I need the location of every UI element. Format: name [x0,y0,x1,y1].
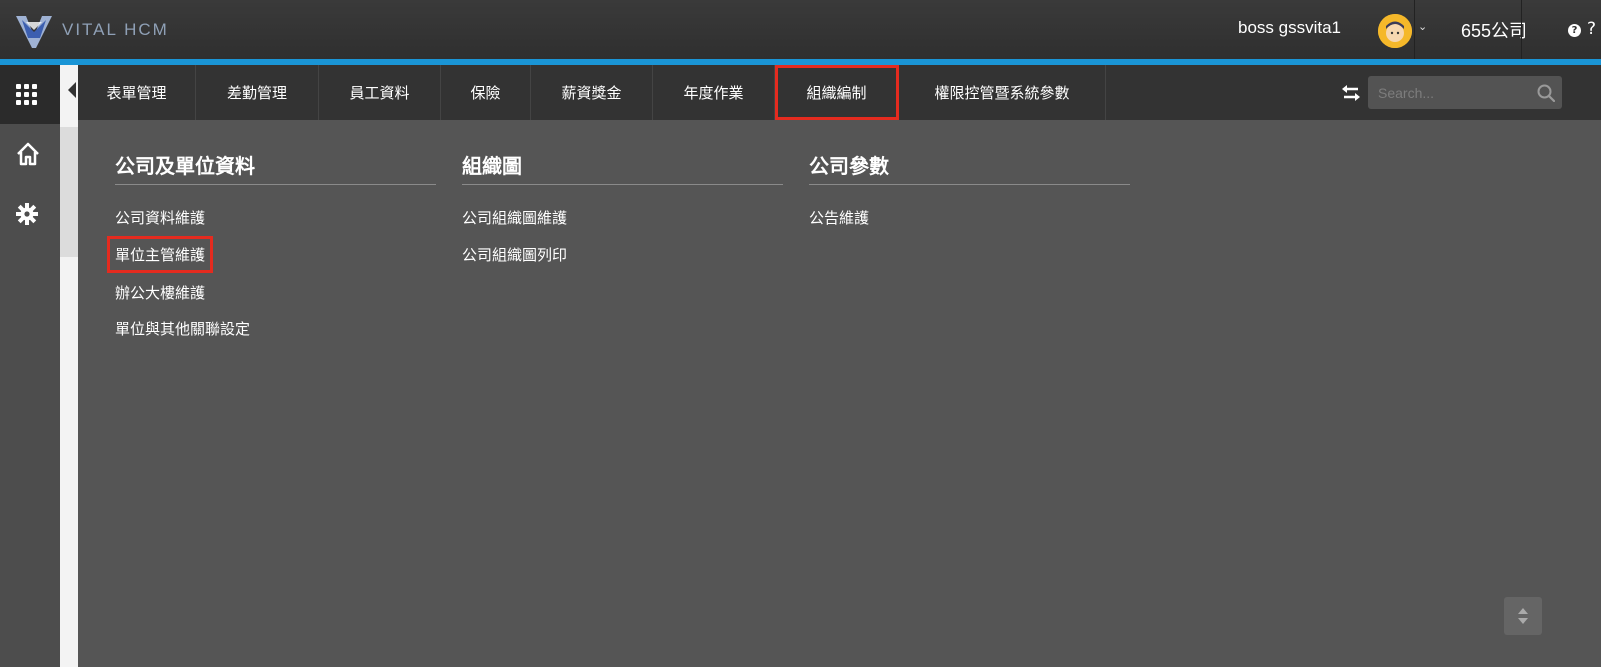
search-icon[interactable] [1537,84,1555,102]
brand-logo[interactable]: VITAL HCM [14,10,169,50]
menu-link-highlighted[interactable]: 單位主管維護 [106,236,214,273]
menu-link[interactable]: 辦公大樓維護 [115,282,205,303]
help-icon[interactable]: ? [1568,24,1581,37]
mega-menu-panel: 公司及單位資料 公司資料維護 單位主管維護 辦公大樓維護 單位與其他關聯設定 組… [78,120,1601,667]
gear-icon[interactable] [16,203,38,225]
nav-tab-organization[interactable]: 組織編制 [775,65,899,120]
avatar-face-icon [1378,14,1412,48]
chevron-down-icon[interactable]: ⌄ [1418,20,1427,33]
brand-name: VITAL HCM [62,20,169,39]
menu-column-divider [462,184,783,185]
menu-link[interactable]: 公告維護 [809,207,869,228]
scroll-toggle-button[interactable] [1504,597,1542,635]
menu-link[interactable]: 公司組織圖列印 [462,244,567,265]
vital-logo-icon [16,16,52,48]
user-name[interactable]: boss gssvita1 [1238,18,1341,38]
menu-column-divider [809,184,1130,185]
help-label[interactable]: ? [1587,19,1596,39]
home-icon[interactable] [15,141,41,167]
nav-tab-insurance[interactable]: 保險 [441,65,531,120]
nav-tab-payroll[interactable]: 薪資獎金 [531,65,653,120]
menu-column-title: 組織圖 [462,154,522,178]
scroll-toggle-icon [1518,608,1528,624]
menu-link[interactable]: 公司資料維護 [115,207,205,228]
menu-column-title: 公司及單位資料 [115,154,255,178]
nav-tab-employee[interactable]: 員工資料 [319,65,441,120]
nav-tab-permissions[interactable]: 權限控管暨系統參數 [899,65,1106,120]
header-divider [1521,0,1522,59]
header-divider [1414,0,1415,59]
nav-tab-annual[interactable]: 年度作業 [653,65,775,120]
apps-grid-icon [16,84,37,105]
menu-link[interactable]: 單位與其他關聯設定 [115,318,250,339]
nav-tab-forms[interactable]: 表單管理 [78,65,196,120]
menu-link[interactable]: 公司組織圖維護 [462,207,567,228]
company-name[interactable]: 655公司 [1461,17,1527,43]
menu-pointer [68,82,76,98]
page-background-strip [60,65,78,667]
nav-tab-attendance[interactable]: 差勤管理 [196,65,319,120]
menu-column-title: 公司參數 [809,154,889,178]
swap-icon[interactable] [1340,83,1362,103]
top-header [0,0,1601,59]
menu-column-divider [115,184,436,185]
search-input[interactable] [1368,76,1562,109]
apps-menu-button[interactable] [0,65,60,124]
avatar[interactable] [1378,14,1412,48]
